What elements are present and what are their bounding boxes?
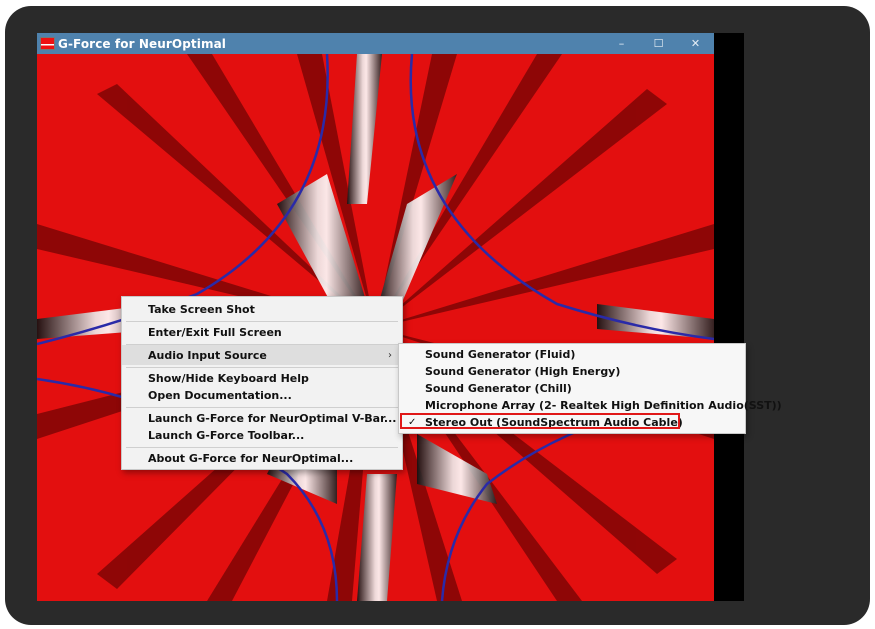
menu-item-label: Show/Hide Keyboard Help [148,371,309,385]
maximize-button[interactable]: ☐ [640,33,677,54]
menu-item-label: Open Documentation... [148,388,292,402]
minimize-button[interactable]: – [603,33,640,54]
window-title: G-Force for NeurOptimal [58,36,226,51]
submenu-item-microphone-array[interactable]: Microphone Array (2- Realtek High Defini… [399,397,782,414]
chevron-right-icon: › [388,349,392,361]
menu-item-label: Take Screen Shot [148,302,255,316]
menu-item-fullscreen[interactable]: Enter/Exit Full Screen [122,322,402,342]
submenu-item-label: Sound Generator (High Energy) [425,365,621,378]
submenu-item-label: Sound Generator (Fluid) [425,348,576,361]
context-menu: Take Screen Shot Enter/Exit Full Screen … [121,296,403,470]
menu-item-launch-toolbar[interactable]: Launch G-Force Toolbar... [122,425,402,445]
submenu-item-label: Microphone Array (2- Realtek High Defini… [425,399,782,412]
menu-item-take-screen-shot[interactable]: Take Screen Shot [122,299,402,319]
menu-item-label: Enter/Exit Full Screen [148,325,282,339]
menu-item-label: About G-Force for NeurOptimal... [148,451,354,465]
menu-item-label: Launch G-Force for NeurOptimal V-Bar... [148,411,397,425]
menu-item-open-documentation[interactable]: Open Documentation... [122,385,402,405]
close-button[interactable]: ✕ [677,33,714,54]
window-controls: – ☐ ✕ [603,33,714,54]
submenu-item-high-energy[interactable]: Sound Generator (High Energy) [399,363,745,380]
submenu-item-fluid[interactable]: Sound Generator (Fluid) [399,346,745,363]
window-edge [714,33,744,601]
app-icon [40,37,55,50]
menu-item-about[interactable]: About G-Force for NeurOptimal... [122,448,402,468]
annotation-highlight-box [400,413,680,429]
menu-item-label: Audio Input Source [148,348,267,362]
submenu-item-chill[interactable]: Sound Generator (Chill) [399,380,745,397]
menu-item-label: Launch G-Force Toolbar... [148,428,305,442]
menu-item-audio-input-source[interactable]: Audio Input Source › [122,345,402,365]
title-bar[interactable]: G-Force for NeurOptimal – ☐ ✕ [37,33,714,54]
submenu-item-label: Sound Generator (Chill) [425,382,572,395]
